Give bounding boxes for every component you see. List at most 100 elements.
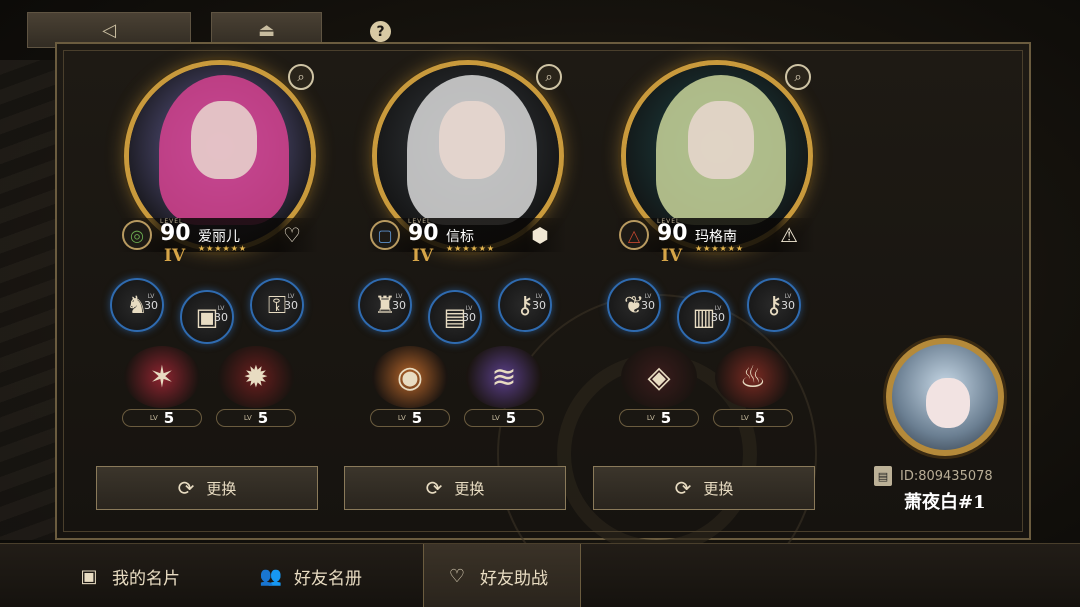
equipment-level: LV 30 <box>214 305 228 324</box>
star-rating: ★★★★★★ <box>695 244 745 253</box>
skill-icon: ◉ <box>372 346 448 408</box>
portrait-face <box>439 101 505 179</box>
equipment-level: LV 30 <box>711 305 725 324</box>
change-button[interactable]: ⟳ 更换 <box>593 466 815 510</box>
magnify-icon[interactable]: ⌕ <box>288 64 314 90</box>
equipment-level: LV 30 <box>462 305 476 324</box>
refresh-icon: ⟳ <box>177 476 195 500</box>
change-button-label: 更换 <box>703 479 734 498</box>
handshake-icon: ♡ <box>448 565 466 587</box>
skill-level: LV 5 <box>122 409 202 427</box>
equipment-slot[interactable]: ⚿ LV 30 <box>250 278 304 332</box>
equipment-slot[interactable]: ▣ LV 30 <box>180 290 234 344</box>
character-level: 90 <box>408 221 439 246</box>
character-name: 玛格南 <box>695 229 737 245</box>
skill-slot[interactable]: ◈ LV 5 <box>617 346 701 427</box>
id-card-icon: ▤ <box>874 466 892 486</box>
star-rating: ★★★★★★ <box>198 244 248 253</box>
player-id: ID:809435078 <box>900 468 993 484</box>
character-card: ⌕ ◎ LEVEL 90 爱丽儿 ★★★★★★ IV ♡ ♞ LV 30 ▣ LV… <box>96 50 342 520</box>
equipment-row: ♜ LV 30 ▤ LV 30 ⚷ LV 30 <box>358 276 590 344</box>
character-nameplate: ◎ LEVEL 90 爱丽儿 ★★★★★★ IV ♡ <box>118 218 318 266</box>
card-icon: ▣ <box>80 565 98 587</box>
skill-slot[interactable]: ≋ LV 5 <box>462 346 546 427</box>
awakening-tier: IV <box>661 246 683 266</box>
tab-friend-list[interactable]: 👥 好友名册 <box>260 544 400 607</box>
tab-label: 好友助战 <box>480 568 548 589</box>
equipment-slot[interactable]: ❦ LV 30 <box>607 278 661 332</box>
background-left-decor <box>0 60 60 540</box>
refresh-icon: ⟳ <box>425 476 443 500</box>
equipment-slot[interactable]: ▥ LV 30 <box>677 290 731 344</box>
skill-slot[interactable]: ♨ LV 5 <box>711 346 795 427</box>
character-card: ⌕ △ LEVEL 90 玛格南 ★★★★★★ IV ⚠ ❦ LV 30 ▥ LV… <box>593 50 839 520</box>
refresh-icon: ⟳ <box>674 476 692 500</box>
character-name: 信标 <box>446 229 474 245</box>
avatar-face <box>926 378 970 428</box>
skill-slot[interactable]: ◉ LV 5 <box>368 346 452 427</box>
player-id-row: ▤ ID:809435078 <box>874 466 993 486</box>
equipment-level: LV 30 <box>392 293 406 312</box>
equipment-slot[interactable]: ♜ LV 30 <box>358 278 412 332</box>
skill-icon: ✹ <box>218 346 294 408</box>
equipment-level: LV 30 <box>284 293 298 312</box>
equipment-level: LV 30 <box>781 293 795 312</box>
skill-row: ✶ LV 5 ✹ LV 5 <box>110 346 342 430</box>
back-arrow-icon: ◁ <box>102 19 116 41</box>
home-icon: ⏏ <box>257 19 275 41</box>
skill-level: LV 5 <box>370 409 450 427</box>
portrait-face <box>688 101 754 179</box>
character-name: 爱丽儿 <box>198 229 240 245</box>
skill-icon: ♨ <box>715 346 791 408</box>
change-button-label: 更换 <box>206 479 237 498</box>
equipment-slot[interactable]: ⚷ LV 30 <box>747 278 801 332</box>
player-name: 萧夜白#1 <box>904 492 986 513</box>
equipment-level: LV 30 <box>641 293 655 312</box>
player-avatar[interactable] <box>886 338 1004 456</box>
class-icon: ◎ <box>122 220 152 250</box>
affinity-icon: ♡ <box>283 223 301 247</box>
magnify-icon[interactable]: ⌕ <box>536 64 562 90</box>
character-level: 90 <box>160 221 191 246</box>
skill-level: LV 5 <box>216 409 296 427</box>
skill-row: ◈ LV 5 ♨ LV 5 <box>607 346 839 430</box>
equipment-level: LV 30 <box>532 293 546 312</box>
skill-slot[interactable]: ✶ LV 5 <box>120 346 204 427</box>
equipment-level: LV 30 <box>144 293 158 312</box>
skill-level: LV 5 <box>464 409 544 427</box>
equipment-row: ♞ LV 30 ▣ LV 30 ⚿ LV 30 <box>110 276 342 344</box>
awakening-tier: IV <box>412 246 434 266</box>
skill-slot[interactable]: ✹ LV 5 <box>214 346 298 427</box>
bottom-tab-bar: ▣ 我的名片 👥 好友名册 ♡ 好友助战 <box>0 543 1080 607</box>
affinity-icon: ⚠ <box>780 223 798 247</box>
change-button[interactable]: ⟳ 更换 <box>96 466 318 510</box>
tab-friend-support[interactable]: ♡ 好友助战 <box>423 544 581 607</box>
magnify-icon[interactable]: ⌕ <box>785 64 811 90</box>
awakening-tier: IV <box>164 246 186 266</box>
affinity-icon: ⬢ <box>531 223 549 247</box>
change-button[interactable]: ⟳ 更换 <box>344 466 566 510</box>
skill-level: LV 5 <box>619 409 699 427</box>
change-button-label: 更换 <box>454 479 485 498</box>
equipment-slot[interactable]: ⚷ LV 30 <box>498 278 552 332</box>
equipment-row: ❦ LV 30 ▥ LV 30 ⚷ LV 30 <box>607 276 839 344</box>
skill-icon: ≋ <box>466 346 542 408</box>
character-nameplate: ▢ LEVEL 90 信标 ★★★★★★ IV ⬢ <box>366 218 566 266</box>
tab-my-card[interactable]: ▣ 我的名片 <box>78 544 218 607</box>
skill-level: LV 5 <box>713 409 793 427</box>
skill-icon: ✶ <box>124 346 200 408</box>
equipment-slot[interactable]: ♞ LV 30 <box>110 278 164 332</box>
character-nameplate: △ LEVEL 90 玛格南 ★★★★★★ IV ⚠ <box>615 218 815 266</box>
tab-label: 好友名册 <box>294 568 362 589</box>
portrait-face <box>191 101 257 179</box>
character-level: 90 <box>657 221 688 246</box>
help-icon[interactable]: ? <box>370 21 391 42</box>
character-card: ⌕ ▢ LEVEL 90 信标 ★★★★★★ IV ⬢ ♜ LV 30 ▤ LV 3… <box>344 50 590 520</box>
skill-row: ◉ LV 5 ≋ LV 5 <box>358 346 590 430</box>
class-icon: △ <box>619 220 649 250</box>
equipment-slot[interactable]: ▤ LV 30 <box>428 290 482 344</box>
class-icon: ▢ <box>370 220 400 250</box>
star-rating: ★★★★★★ <box>446 244 496 253</box>
skill-icon: ◈ <box>621 346 697 408</box>
friends-icon: 👥 <box>259 565 283 587</box>
